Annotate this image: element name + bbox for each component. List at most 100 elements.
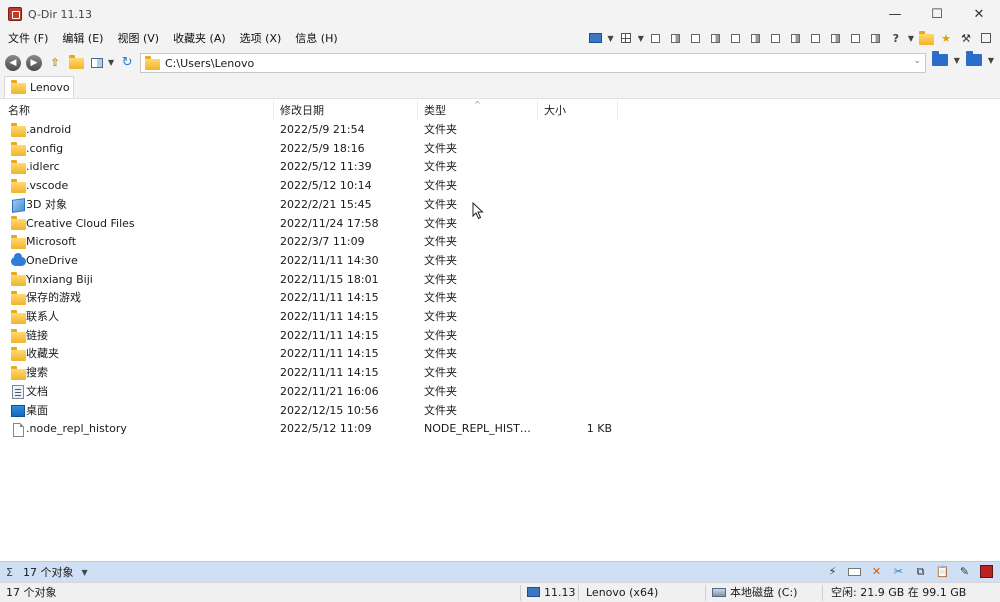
layout-3-icon[interactable] bbox=[688, 30, 704, 46]
sigma-icon: Σ bbox=[6, 565, 13, 579]
file-row[interactable]: 搜索 2022/11/11 14:15 文件夹 bbox=[0, 364, 620, 383]
file-name: Microsoft bbox=[26, 235, 77, 249]
file-type: 文件夹 bbox=[424, 235, 457, 249]
chevron-down-icon[interactable]: ▼ bbox=[988, 56, 994, 65]
file-name: .config bbox=[26, 141, 64, 155]
layout-12-icon[interactable] bbox=[868, 30, 884, 46]
rename-icon[interactable] bbox=[847, 564, 862, 579]
layout-10-icon[interactable] bbox=[828, 30, 844, 46]
chevron-down-icon[interactable]: ▼ bbox=[908, 34, 914, 43]
delete-icon[interactable]: ✕ bbox=[869, 564, 884, 579]
expand-panel-icon[interactable] bbox=[978, 30, 994, 46]
folder-icon bbox=[10, 233, 26, 252]
chevron-down-icon[interactable]: ▼ bbox=[638, 34, 644, 43]
grid-layout-icon[interactable] bbox=[618, 30, 634, 46]
3d-objects-icon bbox=[10, 196, 26, 215]
file-row[interactable]: .vscode 2022/5/12 10:14 文件夹 bbox=[0, 177, 620, 196]
forward-icon[interactable]: ▶ bbox=[26, 54, 42, 71]
file-name: 桌面 bbox=[26, 403, 48, 417]
file-row[interactable]: .android 2022/5/9 21:54 文件夹 bbox=[0, 121, 620, 140]
menu-favorites[interactable]: 收藏夹 (A) bbox=[166, 28, 233, 50]
copy-icon[interactable]: ⧉ bbox=[913, 564, 928, 579]
layout-8-icon[interactable] bbox=[788, 30, 804, 46]
blue-folder-icon[interactable] bbox=[931, 51, 948, 66]
address-path[interactable]: C:\Users\Lenovo bbox=[165, 57, 254, 70]
paste-icon[interactable]: 📋 bbox=[935, 564, 950, 579]
menu-info[interactable]: 信息 (H) bbox=[288, 28, 344, 50]
file-name: 收藏夹 bbox=[26, 347, 59, 361]
layout-6-icon[interactable] bbox=[748, 30, 764, 46]
star-icon[interactable]: ★ bbox=[938, 30, 954, 46]
computer-icon[interactable] bbox=[588, 30, 604, 46]
column-header-size[interactable]: 大小 bbox=[538, 100, 618, 122]
file-row[interactable]: 收藏夹 2022/11/11 14:15 文件夹 bbox=[0, 345, 620, 364]
layout-1-icon[interactable] bbox=[648, 30, 664, 46]
layout-9-icon[interactable] bbox=[808, 30, 824, 46]
layout-4-icon[interactable] bbox=[708, 30, 724, 46]
file-row[interactable]: Creative Cloud Files 2022/11/24 17:58 文件夹 bbox=[0, 215, 620, 234]
layout-7-icon[interactable] bbox=[768, 30, 784, 46]
file-name: Creative Cloud Files bbox=[26, 216, 135, 230]
menu-options[interactable]: 选项 (X) bbox=[233, 28, 289, 50]
file-row[interactable]: 3D 对象 2022/2/21 15:45 文件夹 bbox=[0, 196, 620, 215]
file-type: 文件夹 bbox=[424, 310, 457, 323]
minimize-button[interactable]: — bbox=[874, 0, 916, 28]
menu-edit[interactable]: 编辑 (E) bbox=[55, 28, 110, 50]
file-date: 2022/11/11 14:15 bbox=[280, 347, 379, 361]
zoom-tool-icon[interactable]: ⚒ bbox=[958, 30, 974, 46]
status-free-space: 空闲: 21.9 GB 在 99.1 GB bbox=[831, 586, 967, 599]
chevron-down-icon[interactable]: ⌄ bbox=[913, 56, 921, 66]
file-row[interactable]: 保存的游戏 2022/11/11 14:15 文件夹 bbox=[0, 289, 620, 308]
layout-2-icon[interactable] bbox=[668, 30, 684, 46]
file-row[interactable]: .idlerc 2022/5/12 11:39 文件夹 bbox=[0, 158, 620, 177]
title-bar: Q-Dir 11.13 — ☐ ✕ bbox=[0, 0, 1000, 28]
status-divider bbox=[578, 585, 579, 601]
favorites-folder-icon[interactable] bbox=[918, 30, 934, 46]
refresh-icon[interactable]: ↻ bbox=[119, 55, 135, 71]
status-version: 11.13 bbox=[527, 583, 576, 602]
up-folder-icon[interactable]: ⇧ bbox=[47, 55, 63, 71]
tab-lenovo[interactable]: Lenovo bbox=[4, 76, 74, 98]
cut-icon[interactable]: ✂ bbox=[891, 564, 906, 579]
close-button[interactable]: ✕ bbox=[958, 0, 1000, 28]
menu-view[interactable]: 视图 (V) bbox=[110, 28, 166, 50]
folder-icon bbox=[11, 80, 26, 94]
column-header-name[interactable]: 名称 bbox=[0, 100, 274, 122]
layout-11-icon[interactable] bbox=[848, 30, 864, 46]
chevron-down-icon[interactable]: ▼ bbox=[108, 58, 114, 67]
chevron-down-icon[interactable]: ▼ bbox=[81, 568, 87, 577]
file-row[interactable]: Yinxiang Biji 2022/11/15 18:01 文件夹 bbox=[0, 271, 620, 290]
maximize-button[interactable]: ☐ bbox=[916, 0, 958, 28]
layout-5-icon[interactable] bbox=[728, 30, 744, 46]
file-type: 文件夹 bbox=[424, 384, 457, 398]
file-type: 文件夹 bbox=[424, 272, 457, 286]
lightning-icon[interactable]: ⚡ bbox=[825, 564, 840, 579]
folder-icon bbox=[10, 308, 26, 327]
back-icon[interactable]: ◀ bbox=[5, 54, 21, 71]
file-row[interactable]: 桌面 2022/12/15 10:56 文件夹 bbox=[0, 402, 620, 421]
file-row[interactable]: .config 2022/5/9 18:16 文件夹 bbox=[0, 140, 620, 159]
column-header-date[interactable]: 修改日期 bbox=[274, 100, 418, 122]
object-count-dropdown[interactable]: Σ 17 个对象 ▼ bbox=[6, 564, 88, 580]
properties-icon[interactable] bbox=[979, 564, 994, 579]
chevron-down-icon[interactable]: ▼ bbox=[608, 34, 614, 43]
chevron-down-icon[interactable]: ▼ bbox=[954, 56, 960, 65]
address-bar[interactable]: C:\Users\Lenovo ⌄ bbox=[140, 53, 926, 73]
file-row[interactable]: 文档 2022/11/21 16:06 文件夹 bbox=[0, 383, 620, 402]
menu-file[interactable]: 文件 (F) bbox=[0, 28, 55, 50]
open-folder-icon[interactable] bbox=[68, 55, 84, 71]
status-divider bbox=[520, 585, 521, 601]
file-name: 文档 bbox=[26, 384, 48, 398]
file-row[interactable]: OneDrive 2022/11/11 14:30 文件夹 bbox=[0, 252, 620, 271]
file-date: 2022/11/15 18:01 bbox=[280, 272, 379, 286]
view-mode-icon[interactable] bbox=[89, 55, 105, 71]
panel-view-icon[interactable] bbox=[965, 51, 982, 66]
file-row[interactable]: Microsoft 2022/3/7 11:09 文件夹 bbox=[0, 233, 620, 252]
file-row[interactable]: 链接 2022/11/11 14:15 文件夹 bbox=[0, 327, 620, 346]
file-date: 2022/5/12 11:09 bbox=[280, 422, 372, 436]
drive-icon bbox=[712, 588, 726, 597]
edit-icon[interactable]: ✎ bbox=[957, 564, 972, 579]
file-row[interactable]: 联系人 2022/11/11 14:15 文件夹 bbox=[0, 308, 620, 327]
file-row[interactable]: .node_repl_history 2022/5/12 11:09 NODE_RE… bbox=[0, 420, 620, 439]
help-icon[interactable]: ? bbox=[888, 30, 904, 46]
